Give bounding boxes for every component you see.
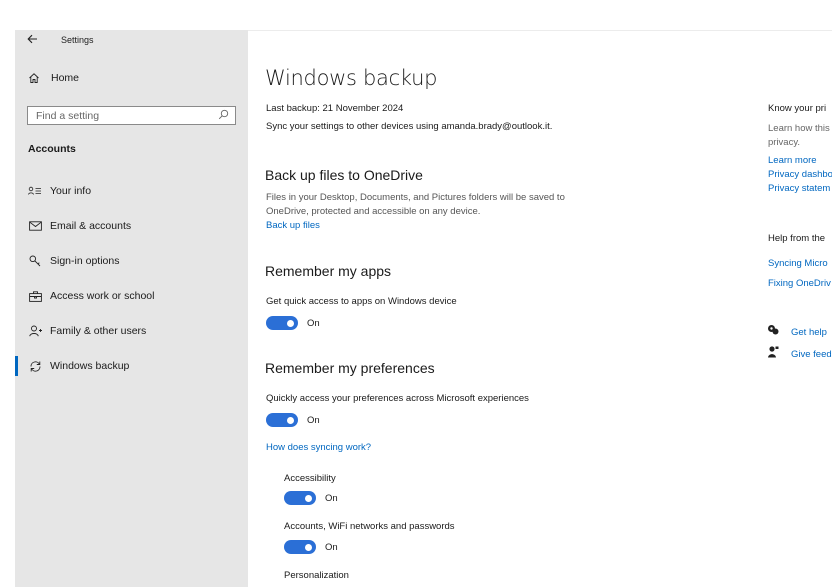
key-icon bbox=[28, 255, 42, 267]
toggle-track bbox=[266, 413, 298, 427]
accessibility-toggle[interactable]: On bbox=[284, 491, 338, 505]
get-help-icon bbox=[768, 325, 779, 335]
learn-more-link[interactable]: Learn more bbox=[768, 155, 817, 166]
toggle-knob bbox=[305, 494, 312, 502]
help-heading: Help from the bbox=[768, 233, 826, 244]
remember-preferences-description: Quickly access your preferences across M… bbox=[266, 393, 529, 404]
active-indicator bbox=[15, 356, 18, 376]
home-icon bbox=[28, 72, 40, 84]
privacy-description-1: Learn how this bbox=[768, 123, 830, 134]
toggle-state-label: On bbox=[325, 492, 338, 504]
accessibility-label: Accessibility bbox=[284, 473, 336, 484]
sidebar-item-label: Windows backup bbox=[50, 360, 130, 372]
privacy-description-2: privacy. bbox=[768, 137, 801, 148]
sidebar-item-windows-backup[interactable]: Windows backup bbox=[28, 360, 129, 372]
title-bar: Settings bbox=[15, 30, 248, 50]
app-title: Settings bbox=[61, 35, 94, 45]
onedrive-description-1: Files in your Desktop, Documents, and Pi… bbox=[266, 192, 565, 203]
toggle-state-label: On bbox=[307, 414, 320, 426]
back-button[interactable] bbox=[27, 33, 38, 47]
remember-preferences-toggle[interactable]: On bbox=[266, 413, 320, 427]
privacy-statement-link[interactable]: Privacy statem bbox=[768, 183, 830, 194]
personalization-label: Personalization bbox=[284, 570, 349, 581]
onedrive-description-2: OneDrive, protected and accessible on an… bbox=[266, 206, 481, 217]
fixing-onedrive-link[interactable]: Fixing OneDriv bbox=[768, 278, 831, 289]
privacy-dashboard-link[interactable]: Privacy dashbo bbox=[768, 169, 832, 180]
sidebar-item-label: Your info bbox=[50, 185, 92, 197]
sidebar-section-title: Accounts bbox=[28, 143, 76, 155]
top-strip bbox=[0, 0, 832, 30]
back-up-files-link[interactable]: Back up files bbox=[266, 220, 320, 231]
remember-preferences-heading: Remember my preferences bbox=[265, 360, 435, 376]
person-add-icon bbox=[28, 325, 42, 337]
sidebar-item-your-info[interactable]: Your info bbox=[28, 185, 91, 197]
sidebar-item-label: Access work or school bbox=[50, 290, 155, 302]
accounts-wifi-label: Accounts, WiFi networks and passwords bbox=[284, 521, 455, 532]
get-help-link[interactable]: Get help bbox=[791, 327, 827, 338]
accounts-wifi-toggle[interactable]: On bbox=[284, 540, 338, 554]
remember-apps-heading: Remember my apps bbox=[265, 263, 392, 279]
give-feedback-link[interactable]: Give feed bbox=[791, 349, 832, 360]
toggle-knob bbox=[287, 416, 294, 424]
sidebar-item-sign-in-options[interactable]: Sign-in options bbox=[28, 255, 119, 267]
last-backup-text: Last backup: 21 November 2024 bbox=[266, 103, 404, 114]
briefcase-icon bbox=[28, 290, 42, 302]
sidebar-item-label: Email & accounts bbox=[50, 220, 132, 232]
toggle-state-label: On bbox=[307, 317, 320, 329]
toggle-track bbox=[266, 316, 298, 330]
sidebar-item-family-users[interactable]: Family & other users bbox=[28, 325, 146, 337]
search-box[interactable] bbox=[27, 106, 236, 125]
sync-description: Sync your settings to other devices usin… bbox=[266, 121, 553, 132]
sidebar-item-label: Family & other users bbox=[50, 325, 147, 337]
back-arrow-icon bbox=[27, 34, 37, 44]
toggle-knob bbox=[287, 319, 294, 327]
onedrive-heading: Back up files to OneDrive bbox=[265, 167, 423, 183]
sidebar-item-home[interactable]: Home bbox=[28, 72, 79, 84]
search-input[interactable] bbox=[28, 107, 216, 124]
toggle-state-label: On bbox=[325, 541, 338, 553]
sidebar-item-email-accounts[interactable]: Email & accounts bbox=[28, 220, 131, 232]
remember-apps-toggle[interactable]: On bbox=[266, 316, 320, 330]
mail-icon bbox=[28, 220, 42, 232]
toggle-track bbox=[284, 491, 316, 505]
search-icon bbox=[218, 109, 229, 120]
give-feedback-icon bbox=[768, 346, 779, 358]
home-label: Home bbox=[51, 72, 80, 84]
privacy-heading: Know your pri bbox=[768, 103, 827, 114]
toggle-track bbox=[284, 540, 316, 554]
sync-icon bbox=[28, 360, 42, 372]
sidebar-item-access-work[interactable]: Access work or school bbox=[28, 290, 154, 302]
person-list-icon bbox=[28, 185, 42, 197]
page-title: Windows backup bbox=[265, 66, 438, 90]
syncing-microsoft-link[interactable]: Syncing Micro bbox=[768, 258, 828, 269]
remember-apps-description: Get quick access to apps on Windows devi… bbox=[266, 296, 457, 307]
sidebar-item-label: Sign-in options bbox=[50, 255, 120, 267]
toggle-knob bbox=[305, 543, 312, 551]
how-syncing-works-link[interactable]: How does syncing work? bbox=[266, 442, 371, 453]
